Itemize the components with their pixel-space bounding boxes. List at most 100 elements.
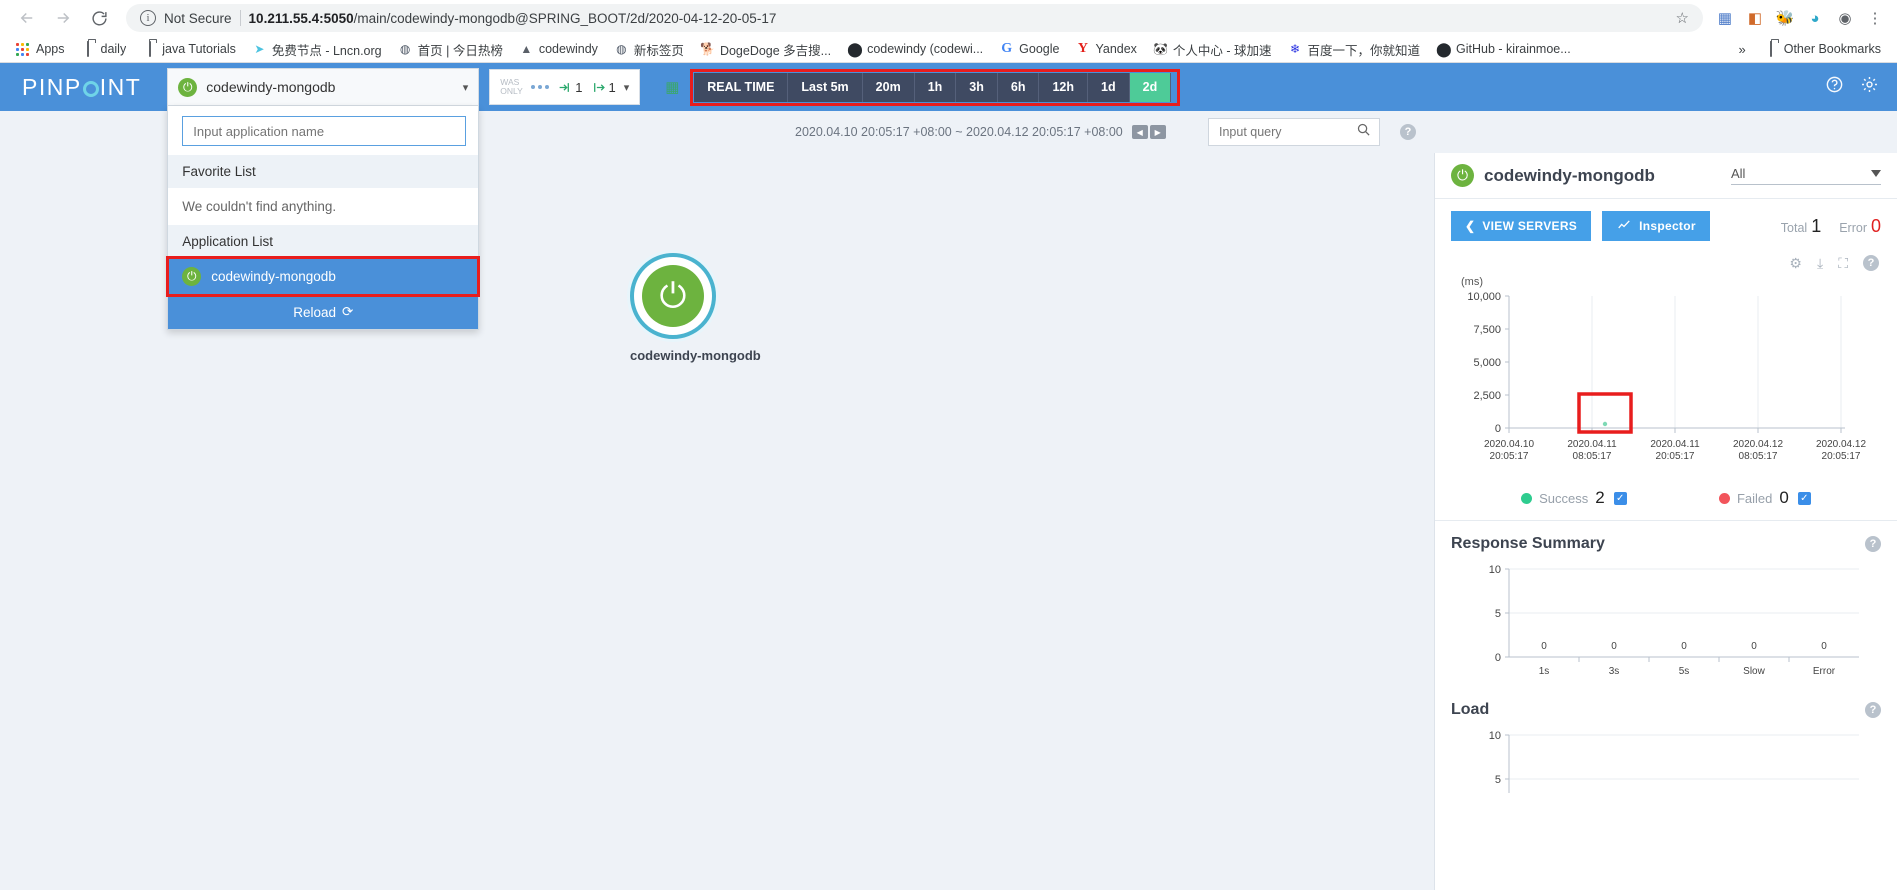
profile-avatar-icon[interactable]: ◉	[1833, 6, 1857, 30]
download-icon[interactable]: ⤓	[1817, 255, 1823, 272]
bookmarks-overflow-button[interactable]: »	[1733, 40, 1752, 59]
response-summary-chart[interactable]: 10 5 0 0 0 0 0 0 1s 3s 5s Slow Error	[1435, 557, 1897, 687]
time-range-12h[interactable]: 12h	[1039, 72, 1089, 102]
scatter-chart-svg[interactable]: 10,000 7,500 5,000 2,500 0 2020.04.10 20…	[1449, 288, 1881, 478]
legend-failed: Failed 0 ✓	[1718, 488, 1811, 508]
time-range-1h[interactable]: 1h	[914, 72, 957, 102]
pinpoint-logo[interactable]: PINP INT	[0, 74, 167, 101]
calendar-icon[interactable]: ▦	[662, 77, 682, 97]
response-summary-svg[interactable]: 10 5 0 0 0 0 0 0 1s 3s 5s Slow Error	[1449, 557, 1881, 687]
help-circle-icon[interactable]: ?	[1865, 536, 1881, 552]
help-circle-icon[interactable]	[1825, 75, 1844, 99]
star-icon[interactable]: ☆	[1676, 9, 1689, 27]
bookmark-daily[interactable]: daily	[73, 40, 135, 58]
agent-filter-select[interactable]: All	[1731, 166, 1881, 185]
legend-success-checkbox[interactable]: ✓	[1613, 491, 1627, 505]
bookmark-lncn[interactable]: ➤ 免费节点 - Lncn.org	[244, 38, 390, 61]
success-dot-icon	[1521, 492, 1533, 504]
bookmark-codewindy-github[interactable]: ⬤ codewindy (codewi...	[839, 40, 991, 58]
address-bar[interactable]: i Not Secure 10.211.55.4:5050/main/codew…	[126, 4, 1703, 32]
x-tick-label: Error	[1813, 666, 1836, 677]
x-tick-label: 20:05:17	[1490, 451, 1529, 462]
view-servers-button[interactable]: ❮ VIEW SERVERS	[1451, 211, 1592, 241]
time-range-realtime[interactable]: REAL TIME	[694, 72, 789, 102]
search-icon[interactable]	[1356, 122, 1371, 142]
was-only-label: WAS ONLY	[500, 77, 523, 96]
forward-button[interactable]	[46, 1, 80, 35]
bookmark-label: Apps	[36, 42, 65, 56]
bookmark-apps[interactable]: Apps	[8, 40, 73, 58]
time-range-last5m[interactable]: Last 5m	[788, 72, 863, 102]
x-tick-label: 1s	[1539, 666, 1550, 677]
shield-extension-icon[interactable]: ◕	[1803, 6, 1827, 30]
failed-dot-icon	[1718, 492, 1730, 504]
omnibox-divider	[239, 10, 241, 26]
url-text: 10.211.55.4:5050/main/codewindy-mongodb@…	[249, 11, 777, 26]
outbound-count: 1	[608, 79, 616, 95]
scatter-data-point[interactable]	[1602, 421, 1608, 427]
server-count-box[interactable]: WAS ONLY 1 1 ▾	[489, 69, 641, 105]
x-tick-label: 08:05:17	[1573, 451, 1612, 462]
x-tick-label: Slow	[1743, 666, 1765, 677]
honey-icon[interactable]: 🐝	[1773, 6, 1797, 30]
x-tick-label: 2020.04.12	[1733, 439, 1783, 450]
y-tick-label: 10	[1489, 730, 1501, 742]
site-info-icon[interactable]: i	[140, 10, 156, 26]
grid-extension-icon[interactable]: ▦	[1713, 6, 1737, 30]
cast-icon[interactable]: ◧	[1743, 6, 1767, 30]
time-range-6h[interactable]: 6h	[997, 72, 1040, 102]
spring-boot-icon: ⏻	[642, 265, 704, 327]
bookmark-dogedoge[interactable]: 🐕 DogeDoge 多吉搜...	[692, 38, 839, 61]
other-bookmarks-button[interactable]: Other Bookmarks	[1756, 40, 1889, 58]
time-step-buttons: ◀ ▶	[1131, 125, 1166, 139]
time-range-3h[interactable]: 3h	[956, 72, 998, 102]
total-label: Total	[1780, 220, 1808, 235]
yandex-y-icon: Y	[1077, 41, 1089, 56]
bookmark-label: 新标签页	[633, 43, 684, 58]
bookmark-personal-center[interactable]: 🐼 个人中心 - 球加速	[1145, 38, 1280, 61]
query-search-box[interactable]	[1208, 118, 1380, 146]
menu-kebab-icon[interactable]: ⋮	[1863, 6, 1887, 30]
back-button[interactable]	[10, 1, 44, 35]
help-circle-icon[interactable]: ?	[1400, 124, 1416, 140]
load-chart[interactable]: 10 5	[1435, 723, 1897, 793]
application-selector[interactable]: ⏻ codewindy-mongodb ▾	[167, 68, 480, 106]
inspector-button[interactable]: Inspector	[1602, 211, 1710, 241]
gear-icon[interactable]: ⚙	[1789, 255, 1802, 272]
chevron-down-icon[interactable]: ▾	[624, 81, 630, 94]
step-back-icon[interactable]: ◀	[1131, 125, 1148, 139]
x-tick-label: 2020.04.11	[1567, 439, 1617, 450]
annotation-highlight-rect	[1577, 392, 1633, 434]
scatter-chart[interactable]: (ms) 10,000 7,500 5,000 2,500 0 2020.04.…	[1435, 276, 1897, 478]
y-tick-label: 5	[1495, 774, 1501, 786]
legend-failed-checkbox[interactable]: ✓	[1797, 491, 1811, 505]
time-range-20m[interactable]: 20m	[862, 72, 915, 102]
bookmark-java-tutorials[interactable]: java Tutorials	[134, 40, 244, 58]
inbound-arrow-icon	[559, 82, 570, 92]
search-input[interactable]	[1219, 125, 1356, 139]
bookmark-github-kirainmoe[interactable]: ⬤ GitHub - kirainmoe...	[1428, 40, 1579, 58]
load-chart-svg[interactable]: 10 5	[1449, 723, 1881, 793]
bookmark-google[interactable]: G Google	[991, 40, 1067, 58]
time-range-2d[interactable]: 2d	[1129, 72, 1172, 102]
server-map-node[interactable]: ⏻ codewindy-mongodb	[630, 253, 761, 363]
bookmark-newtab[interactable]: ◍ 新标签页	[606, 38, 692, 61]
expand-icon[interactable]: ⛶	[1838, 255, 1848, 272]
node-circle: ⏻	[630, 253, 716, 339]
application-dropdown: Favorite List We couldn't find anything.…	[166, 106, 481, 330]
bookmark-rehot[interactable]: ◍ 首页 | 今日热榜	[390, 38, 511, 61]
application-search-input[interactable]	[182, 116, 467, 146]
time-range-1d[interactable]: 1d	[1088, 72, 1130, 102]
step-forward-icon[interactable]: ▶	[1149, 125, 1166, 139]
reload-button[interactable]	[82, 1, 116, 35]
bookmark-baidu[interactable]: ❄ 百度一下，你就知道	[1280, 38, 1429, 61]
help-circle-icon[interactable]: ?	[1865, 702, 1881, 718]
y-tick-label: 10,000	[1467, 291, 1501, 303]
x-tick-label: 20:05:17	[1822, 451, 1861, 462]
application-list-item-codewindy-mongodb[interactable]: ⏻ codewindy-mongodb	[166, 256, 481, 297]
bookmark-codewindy[interactable]: ▲ codewindy	[511, 40, 606, 58]
help-circle-icon[interactable]: ?	[1863, 255, 1879, 271]
gear-icon[interactable]	[1860, 75, 1879, 99]
bookmark-yandex[interactable]: Y Yandex	[1067, 40, 1144, 58]
reload-applications-button[interactable]: Reload ⟳	[168, 295, 479, 329]
